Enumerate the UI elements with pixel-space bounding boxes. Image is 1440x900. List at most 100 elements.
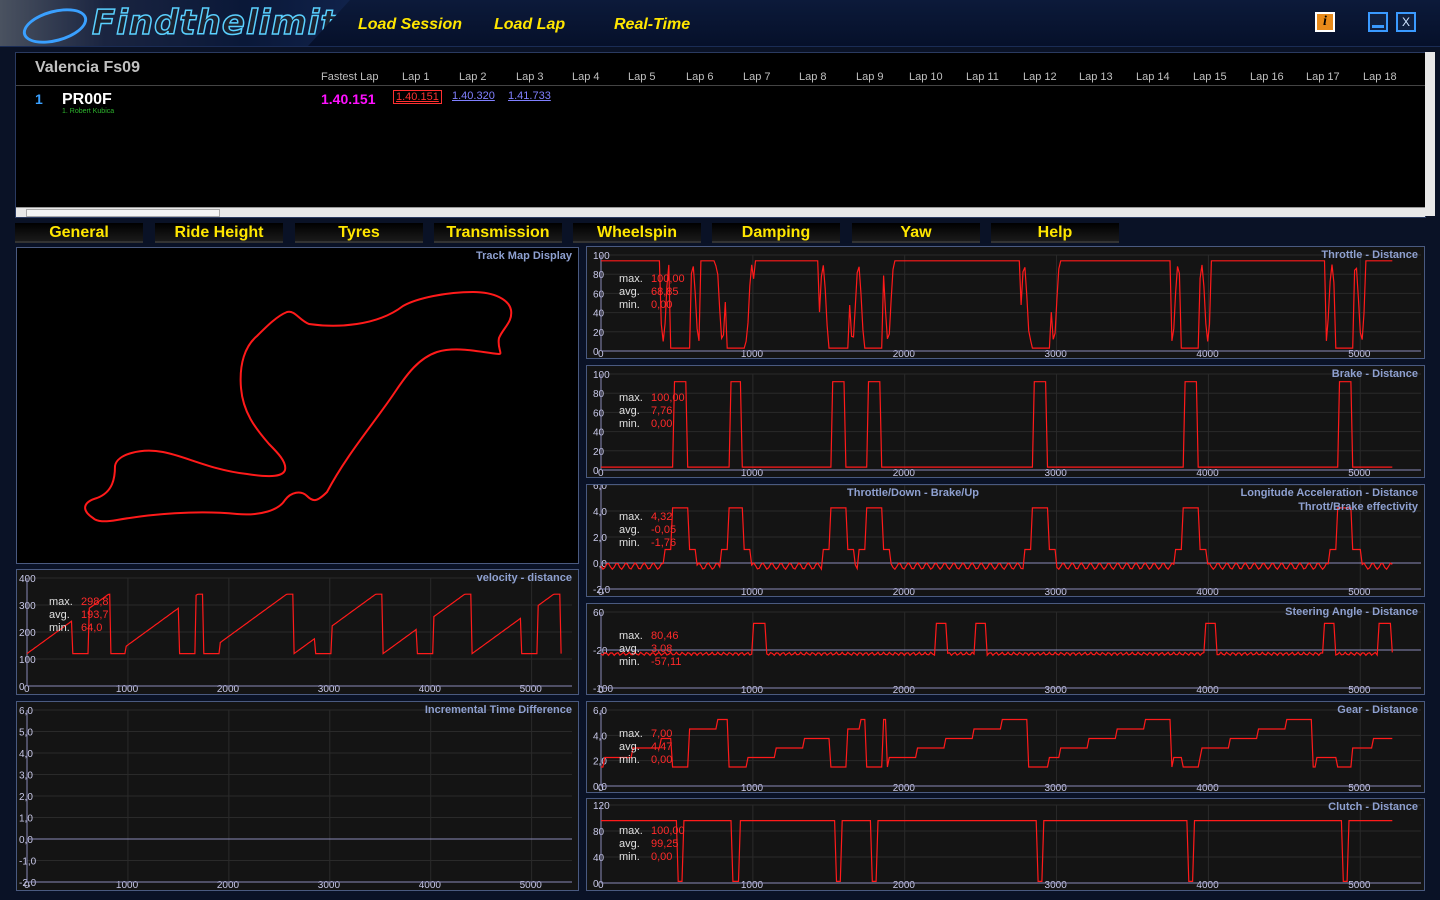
steering-stats: max. 80,46 avg. 3,08 min. -57,11 [619,630,682,668]
throttle-y-tick: 40 [593,309,605,320]
track-name: Valencia Fs09 [35,59,140,76]
lap-header: Lap 5 [628,71,656,83]
horizontal-scrollbar[interactable] [16,207,1425,217]
brake-chart[interactable]: 100806040200010002000300040005000 [587,366,1426,479]
incremental-chart[interactable]: 6,05,04,03,02,01,00,0-1,0-2,00 1000 2000 30… [17,702,580,892]
steering-trace [600,622,1393,657]
steering-x-tick: 4000 [1196,685,1219,696]
lap-header: Lap 3 [516,71,544,83]
longitude-subtitle: Thrott/Brake effectivity [1298,501,1418,513]
throttle-min: 0,00 [651,299,673,311]
velocity-y-tick: 400 [19,574,36,585]
tab-ride-height[interactable]: Ride Height [155,223,283,243]
gear-min: 0,00 [651,754,673,766]
header-divider [16,85,1425,86]
throttle-chart[interactable]: 100806040200010002000300040005000 [587,247,1426,360]
clutch-chart[interactable]: 12080400010002000300040005000 [587,799,1426,892]
steering-panel: 60 -20 -100 0 1000 2000 3000 4000 5000 Steering … [586,603,1425,696]
lap-header: Lap 10 [909,71,943,83]
vertical-scrollbar[interactable] [1425,52,1435,216]
clutch-min: 0,00 [651,851,673,863]
lap-header: Lap 9 [856,71,884,83]
brake-avg: 7,76 [651,405,673,417]
gear-chart[interactable]: 6,04,02,00,00 1000 2000 3000 4000 5000 [587,702,1426,794]
minimize-icon[interactable] [1368,12,1388,32]
velocity-avg: 193,7 [81,609,109,621]
incremental-y-tick: 1,0 [19,814,33,825]
velocity-min: 64,0 [81,622,103,634]
longitude-trace [600,507,1393,571]
throttle-y-tick: 80 [593,270,605,281]
gear-max: 7,00 [651,728,673,740]
velocity-max: 298,8 [81,596,109,608]
info-icon[interactable]: i [1315,12,1335,32]
steering-y-tick: -20 [593,646,608,657]
throttle-stats: max. 100,00 avg. 68,85 min. 0,00 [619,273,685,311]
title-bar: Findthelimit Load Session Load Lap Real-… [0,0,1440,47]
fastest-lap-header: Fastest Lap [321,71,379,83]
gear-y-tick: 6,0 [593,706,607,717]
track-map[interactable] [17,248,580,565]
steering-avg: 3,08 [651,643,673,655]
velocity-y-tick: 300 [19,601,36,612]
gear-x-tick: 4000 [1196,783,1219,794]
clutch-trace [601,820,1393,882]
incremental-y-tick: 0,0 [19,835,33,846]
longitude-min: -1,76 [651,537,677,549]
longitude-y-tick: 4,0 [593,507,607,518]
steering-x-tick: 1000 [741,685,764,696]
clutch-x-tick: 2000 [893,880,916,891]
tab-transmission[interactable]: Transmission [434,223,562,243]
clutch-stats: max. 100,00 avg. 99,25 min. 0,00 [619,825,685,863]
steering-x-tick: 3000 [1045,685,1068,696]
gear-x-tick: 1000 [741,783,764,794]
brake-min: 0,00 [651,418,673,430]
tab-wheelspin[interactable]: Wheelspin [573,223,701,243]
lap-3-time[interactable]: 1.41.733 [506,90,553,102]
incremental-y-tick: 2,0 [19,792,33,803]
fastest-lap-time: 1.40.151 [321,91,376,107]
throttle-y-tick: 60 [593,289,605,300]
velocity-y-tick: 200 [19,628,36,639]
longitude-y-tick: 0,0 [593,559,607,570]
brake-trace [601,381,1393,468]
velocity-y-tick: 100 [19,655,36,666]
lap-2-time[interactable]: 1.40.320 [450,90,497,102]
lap-header: Lap 7 [743,71,771,83]
throttle-panel: 100806040200010002000300040005000 Thrott… [586,246,1426,360]
velocity-stats: max. 298,8 avg. 193,7 min. 64,0 [49,596,109,634]
lap-header: Lap 18 [1363,71,1397,83]
lap-header: Lap 1 [402,71,430,83]
incremental-y-tick: -1,0 [19,857,37,868]
lap-1-time[interactable]: 1.40.151 [393,90,442,104]
lap-header: Lap 13 [1079,71,1113,83]
clutch-title: Clutch - Distance [1328,801,1418,813]
clutch-y-tick: 120 [593,801,610,812]
longitude-y-tick: 6,0 [593,485,607,492]
tab-yaw[interactable]: Yaw [852,223,980,243]
real-time-button[interactable]: Real-Time [614,16,690,34]
clutch-avg: 99,25 [651,838,679,850]
close-icon[interactable]: X [1396,12,1416,32]
car-name[interactable]: PR00F [62,91,112,109]
tab-general[interactable]: General [15,223,143,243]
load-lap-button[interactable]: Load Lap [494,16,565,34]
gear-title: Gear - Distance [1337,704,1418,716]
lap-header: Lap 15 [1193,71,1227,83]
driver-position: 1 [35,91,43,107]
brake-y-tick: 20 [593,447,605,458]
brake-max: 100,00 [651,392,685,404]
throttle-avg: 68,85 [651,286,679,298]
tab-damping[interactable]: Damping [712,223,840,243]
scrollbar-thumb[interactable] [26,209,220,217]
lap-header: Lap 6 [686,71,714,83]
lap-header: Lap 8 [799,71,827,83]
clutch-x-tick: 1000 [741,880,764,891]
incremental-y-tick: 6,0 [19,706,33,717]
brake-title: Brake - Distance [1331,368,1418,380]
incremental-time-panel: 6,0 5,0 4,0 3,0 2,0 1,0 0,0 -1,0 -2,0 0 1000 2000 30… [16,701,579,891]
load-session-button[interactable]: Load Session [358,16,462,34]
tab-tyres[interactable]: Tyres [295,223,423,243]
clutch-x-tick: 3000 [1045,880,1068,891]
tab-help[interactable]: Help [991,223,1119,243]
